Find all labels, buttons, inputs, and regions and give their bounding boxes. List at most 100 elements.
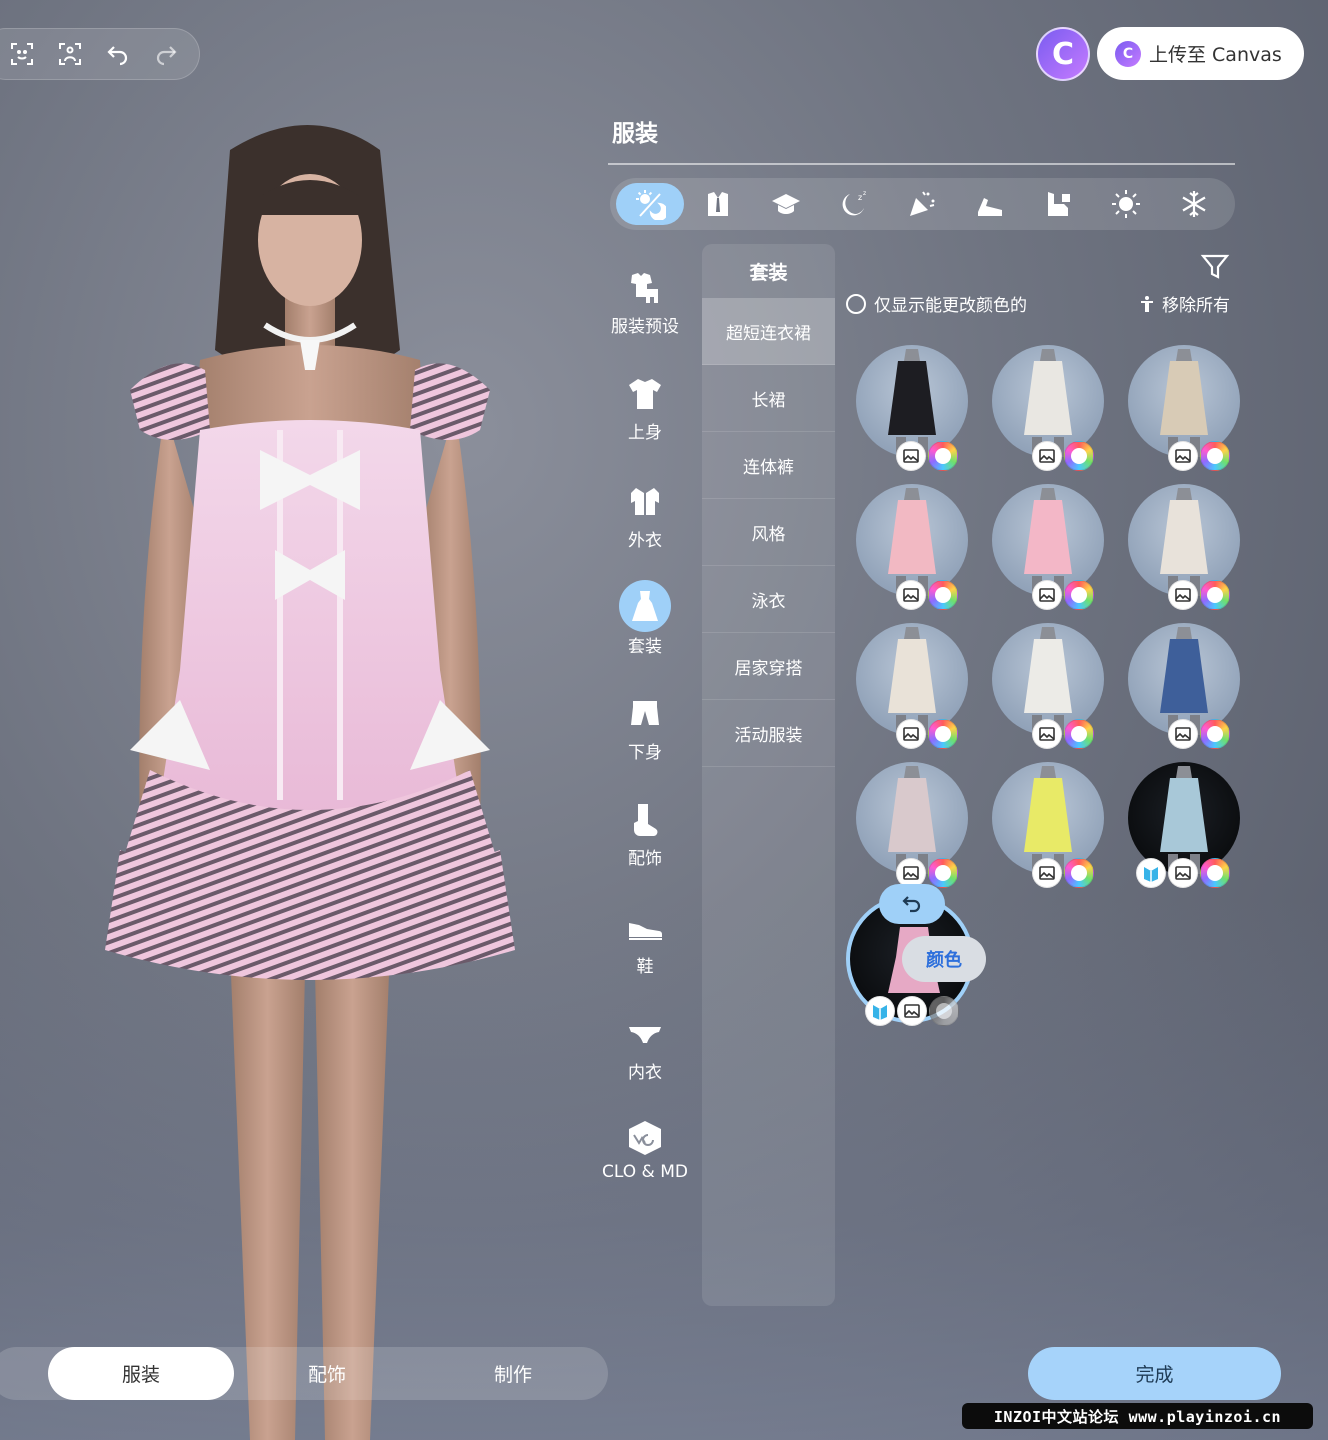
image-badge-icon [896, 719, 926, 749]
color-wheel-icon[interactable] [928, 719, 958, 749]
side-item-outfit-preset[interactable]: 服装预设 [596, 266, 694, 337]
outfit-tile[interactable] [1128, 345, 1240, 471]
color-wheel-icon[interactable] [928, 858, 958, 888]
summer-icon[interactable] [1092, 183, 1160, 225]
outfit-tile[interactable] [992, 762, 1104, 888]
only-recolorable-toggle[interactable]: 仅显示能更改颜色的 [846, 291, 1027, 316]
side-item-label: 套装 [628, 637, 662, 657]
clo-md-icon [620, 1116, 670, 1160]
outfit-tile[interactable] [1128, 623, 1240, 749]
sub-item-style[interactable]: 风格 [702, 499, 835, 566]
outfit-badges [896, 580, 958, 610]
tab-create[interactable]: 制作 [420, 1347, 606, 1400]
outfit-tile[interactable] [856, 623, 968, 749]
color-wheel-icon[interactable] [1064, 580, 1094, 610]
color-wheel-icon[interactable] [1064, 719, 1094, 749]
outfit-tile[interactable] [992, 484, 1104, 610]
panel-divider [608, 163, 1235, 165]
image-badge-icon [1168, 580, 1198, 610]
selected-badges [865, 996, 959, 1026]
side-item-bottom[interactable]: 下身 [596, 692, 694, 763]
color-wheel-icon[interactable] [1200, 719, 1230, 749]
character-model[interactable] [80, 110, 540, 1440]
outfit-tile[interactable] [992, 623, 1104, 749]
image-badge-icon [1168, 441, 1198, 471]
color-wheel-icon[interactable] [1200, 858, 1230, 888]
image-badge-icon [897, 996, 927, 1026]
redo-icon[interactable] [153, 41, 179, 67]
side-item-label: 外衣 [628, 531, 662, 551]
winter-icon[interactable] [1160, 183, 1228, 225]
color-wheel-icon[interactable] [1200, 441, 1230, 471]
outerwear-icon [620, 480, 670, 524]
side-item-clo-md[interactable]: CLO & MD [596, 1116, 694, 1182]
panel-title: 服装 [612, 121, 658, 147]
image-badge-icon [1168, 858, 1198, 888]
color-wheel-icon[interactable] [928, 580, 958, 610]
color-button[interactable]: 颜色 [902, 936, 986, 982]
party-icon[interactable] [888, 183, 956, 225]
sub-item-homewear[interactable]: 居家穿搭 [702, 633, 835, 700]
color-wheel-icon[interactable] [1200, 580, 1230, 610]
side-item-outerwear[interactable]: 外衣 [596, 480, 694, 551]
image-badge-icon [1032, 580, 1062, 610]
sport-icon[interactable] [956, 183, 1024, 225]
side-item-label: 鞋 [636, 957, 654, 977]
color-wheel-icon[interactable] [1064, 441, 1094, 471]
side-item-top[interactable]: 上身 [596, 372, 694, 443]
side-item-underwear[interactable]: 内衣 [596, 1012, 694, 1083]
outfit-badges [1032, 441, 1094, 471]
face-scan-icon[interactable] [9, 41, 35, 67]
sub-item-long-dress[interactable]: 长裙 [702, 365, 835, 432]
sub-item-activewear[interactable]: 活动服装 [702, 700, 835, 767]
canvas-mini-icon: C [1115, 40, 1141, 67]
outfit-tile[interactable] [856, 345, 968, 471]
side-item-label: CLO & MD [602, 1162, 688, 1182]
body-scan-icon[interactable] [57, 41, 83, 67]
outfit-tile[interactable] [1128, 762, 1240, 888]
outfit-badges [896, 719, 958, 749]
sock-icon [620, 798, 670, 842]
upload-to-canvas-button[interactable]: C 上传至 Canvas [1097, 27, 1304, 80]
outfit-tile[interactable] [1128, 484, 1240, 610]
outfit-badges [896, 441, 958, 471]
image-badge-icon [1032, 719, 1062, 749]
color-wheel-icon[interactable] [928, 441, 958, 471]
sub-item-mini-dress[interactable]: 超短连衣裙 [702, 298, 835, 365]
side-item-dress[interactable]: 套装 [596, 580, 694, 657]
tab-clothing[interactable]: 服装 [48, 1347, 234, 1400]
only-recolorable-label: 仅显示能更改颜色的 [874, 296, 1027, 316]
formal-icon[interactable] [684, 183, 752, 225]
outfit-badges [1136, 858, 1230, 888]
all-weather-icon[interactable] [616, 183, 684, 225]
revert-outfit-button[interactable] [879, 884, 945, 924]
sub-item-swimwear[interactable]: 泳衣 [702, 566, 835, 633]
filter-icon[interactable] [1200, 252, 1230, 282]
dress-icon [619, 580, 671, 632]
side-item-label: 上身 [628, 423, 662, 443]
color-wheel-icon [929, 996, 959, 1026]
outfit-tile[interactable] [856, 762, 968, 888]
undo-icon[interactable] [105, 41, 131, 67]
upload-label: 上传至 Canvas [1149, 44, 1282, 66]
color-wheel-icon[interactable] [1064, 858, 1094, 888]
school-icon[interactable] [752, 183, 820, 225]
canvas-logo[interactable]: C [1036, 27, 1090, 81]
outdoor-icon[interactable] [1024, 183, 1092, 225]
side-item-accessory[interactable]: 配饰 [596, 798, 694, 869]
shoe-icon [620, 906, 670, 950]
side-item-shoes[interactable]: 鞋 [596, 906, 694, 977]
side-item-label: 配饰 [628, 849, 662, 869]
radio-button[interactable] [846, 293, 866, 314]
done-button[interactable]: 完成 [1028, 1347, 1281, 1400]
outfit-tile[interactable] [992, 345, 1104, 471]
image-badge-icon [1168, 719, 1198, 749]
remove-all-button[interactable]: 移除所有 [1138, 291, 1230, 316]
outfit-tile[interactable] [856, 484, 968, 610]
sub-item-jumpsuit[interactable]: 连体裤 [702, 432, 835, 499]
bottom-mode-tabs: 服装 配饰 制作 [0, 1347, 608, 1400]
svg-text:z: z [863, 190, 866, 197]
tab-accessories[interactable]: 配饰 [234, 1347, 420, 1400]
sleep-icon[interactable]: zz [820, 183, 888, 225]
sub-category-header: 套装 [749, 261, 788, 284]
